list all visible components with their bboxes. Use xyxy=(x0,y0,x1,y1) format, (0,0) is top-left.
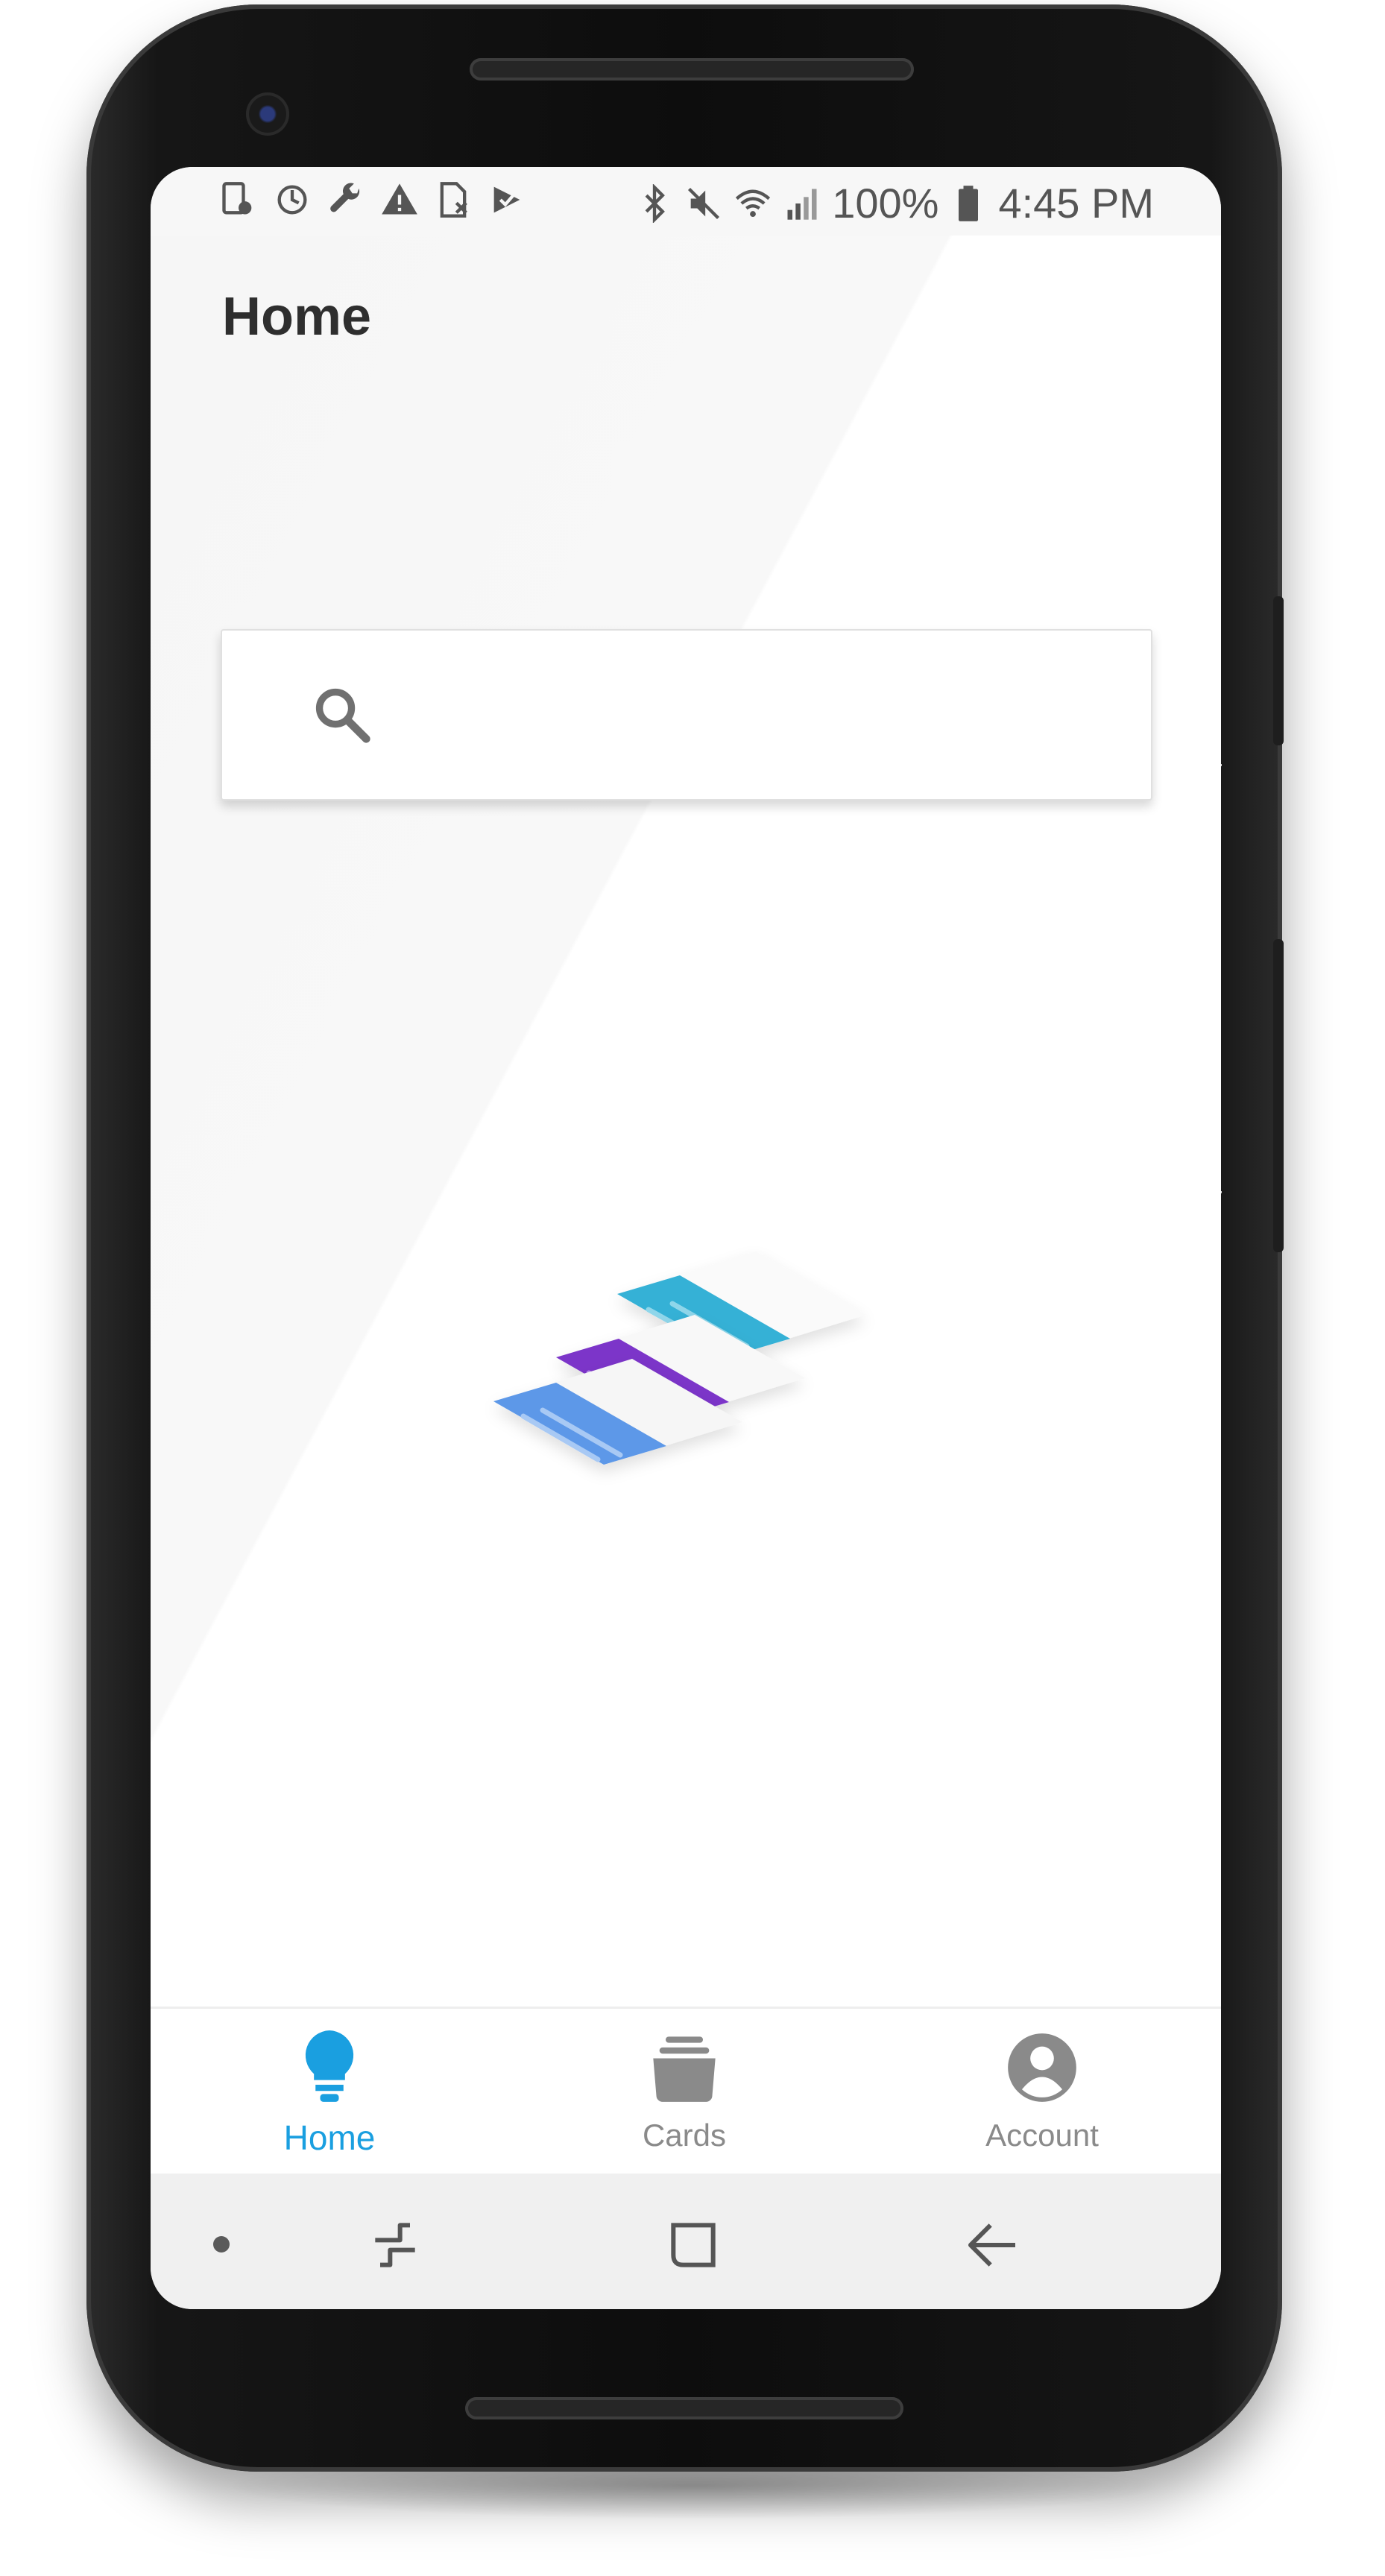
stacked-cards-illustration xyxy=(493,1251,866,1465)
home-icon[interactable] xyxy=(663,2215,723,2275)
task-check-icon xyxy=(493,186,520,213)
search-box[interactable] xyxy=(221,629,1152,801)
front-camera xyxy=(246,92,289,136)
nav-item-home[interactable]: Home xyxy=(218,2009,441,2176)
signal-icon xyxy=(787,189,817,220)
nav-label-cards: Cards xyxy=(642,2118,727,2153)
dot-icon[interactable] xyxy=(213,2236,230,2253)
status-icons-right: 100% 4:45 PM xyxy=(635,179,1154,227)
top-speaker xyxy=(470,58,914,80)
sync-icon xyxy=(277,185,307,215)
battery-icon xyxy=(959,185,979,221)
screen: 100% 4:45 PM Home Home Cards Account xyxy=(151,167,1221,2309)
warning-icon xyxy=(382,183,417,215)
volume-button xyxy=(1273,939,1284,1252)
lightbulb-icon xyxy=(305,2030,354,2102)
bottom-speaker xyxy=(465,2397,903,2419)
nav-label-account: Account xyxy=(985,2118,1099,2153)
sim-off-icon xyxy=(440,182,467,218)
recents-icon[interactable] xyxy=(365,2215,425,2275)
nav-label-home: Home xyxy=(283,2118,376,2157)
status-icons-left xyxy=(219,180,526,219)
nav-item-cards[interactable]: Cards xyxy=(572,2009,796,2176)
mute-icon xyxy=(688,187,720,219)
page-title: Home xyxy=(222,287,372,347)
wifi-icon xyxy=(736,189,771,217)
wrench-icon xyxy=(330,183,360,212)
system-navigation-bar xyxy=(151,2174,1221,2309)
nav-item-account[interactable]: Account xyxy=(930,2009,1154,2176)
bluetooth-icon xyxy=(645,183,666,223)
bottom-navigation: Home Cards Account xyxy=(151,2007,1221,2176)
status-bar: 100% 4:45 PM xyxy=(151,167,1221,236)
back-icon[interactable] xyxy=(963,2215,1023,2275)
screenshot-icon xyxy=(222,182,252,215)
search-input[interactable] xyxy=(401,675,1120,756)
clock: 4:45 PM xyxy=(998,180,1154,227)
search-icon[interactable] xyxy=(310,683,374,747)
account-icon xyxy=(1008,2033,1076,2102)
cards-icon xyxy=(653,2036,716,2102)
power-button xyxy=(1273,596,1284,745)
battery-percent: 100% xyxy=(832,180,939,227)
